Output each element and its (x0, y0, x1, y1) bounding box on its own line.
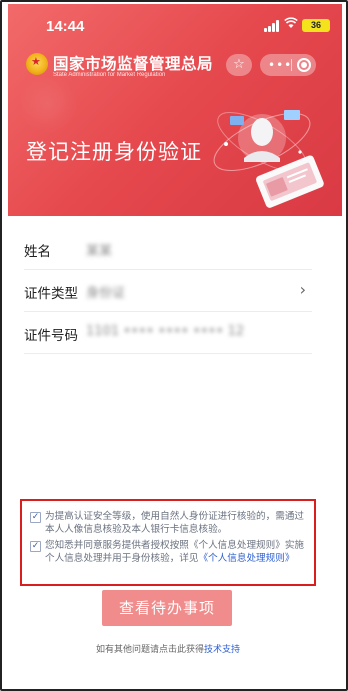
status-time: 14:44 (46, 18, 85, 35)
name-label: 姓名 (24, 244, 51, 260)
name-value: 某某 (86, 244, 113, 259)
id-type-label: 证件类型 (24, 286, 78, 302)
wifi-icon (284, 17, 298, 33)
consent-item-privacy: ✓ 您知悉并同意服务提供者授权按照《个人信息处理规则》实施个人信息处理并用于身份… (30, 540, 306, 565)
page-title: 登记注册身份验证 (26, 140, 202, 164)
close-miniprogram-icon[interactable] (297, 58, 311, 72)
id-number-label: 证件号码 (24, 328, 78, 344)
capsule-divider (291, 59, 292, 71)
form-row-name: 姓名 某某 (24, 228, 312, 270)
battery-icon: 36 (302, 19, 330, 32)
identity-form: 姓名 某某 证件类型 身份证 › 证件号码 1101 •••• •••• •••… (24, 228, 312, 354)
form-row-id-number: 证件号码 1101 •••• •••• •••• 12 (24, 312, 312, 354)
consent-item-verification: ✓ 为提高认证安全等级，使用自然人身份证进行核验的，需通过本人人像信息核验及本人… (30, 511, 306, 536)
national-emblem-icon (26, 53, 48, 75)
brand-name-en: State Administration for Market Regulati… (53, 72, 166, 78)
consent-checkbox-2[interactable]: ✓ (30, 541, 41, 552)
favorite-button[interactable]: ☆ (226, 54, 252, 76)
face-verification-illustration (213, 110, 324, 208)
consent-text-1: 为提高认证安全等级，使用自然人身份证进行核验的，需通过本人人像信息核验及本人银行… (45, 511, 305, 535)
form-row-id-type[interactable]: 证件类型 身份证 › (24, 270, 312, 312)
miniprogram-capsule: ••• (260, 54, 316, 76)
view-todo-button[interactable]: 查看待办事项 (102, 590, 232, 626)
help-text: 如有其他问题请点击此获得 (95, 645, 204, 655)
tech-support-link[interactable]: 技术支持 (204, 645, 240, 655)
chevron-right-icon: › (299, 280, 306, 299)
consent-checkbox-1[interactable]: ✓ (30, 512, 41, 523)
id-type-value: 身份证 (86, 286, 126, 301)
privacy-rules-link[interactable]: 《个人信息处理规则》 (199, 553, 295, 564)
status-bar: 14:44 36 (8, 4, 342, 44)
brand-name-cn: 国家市场监督管理总局 (53, 55, 214, 73)
consent-section: ✓ 为提高认证安全等级，使用自然人身份证进行核验的，需通过本人人像信息核验及本人… (20, 499, 316, 586)
id-number-value: 1101 •••• •••• •••• 12 (86, 324, 245, 339)
phone-frame: 14:44 36 国家市场监督管理总局 State Administration… (0, 0, 348, 691)
help-footer: 如有其他问题请点击此获得技术支持 (2, 642, 334, 655)
background-pattern (18, 74, 78, 134)
signal-icon (264, 20, 280, 32)
more-icon[interactable]: ••• (268, 54, 292, 76)
star-outline-icon: ☆ (233, 57, 245, 72)
header-banner: 14:44 36 国家市场监督管理总局 State Administration… (8, 4, 342, 216)
